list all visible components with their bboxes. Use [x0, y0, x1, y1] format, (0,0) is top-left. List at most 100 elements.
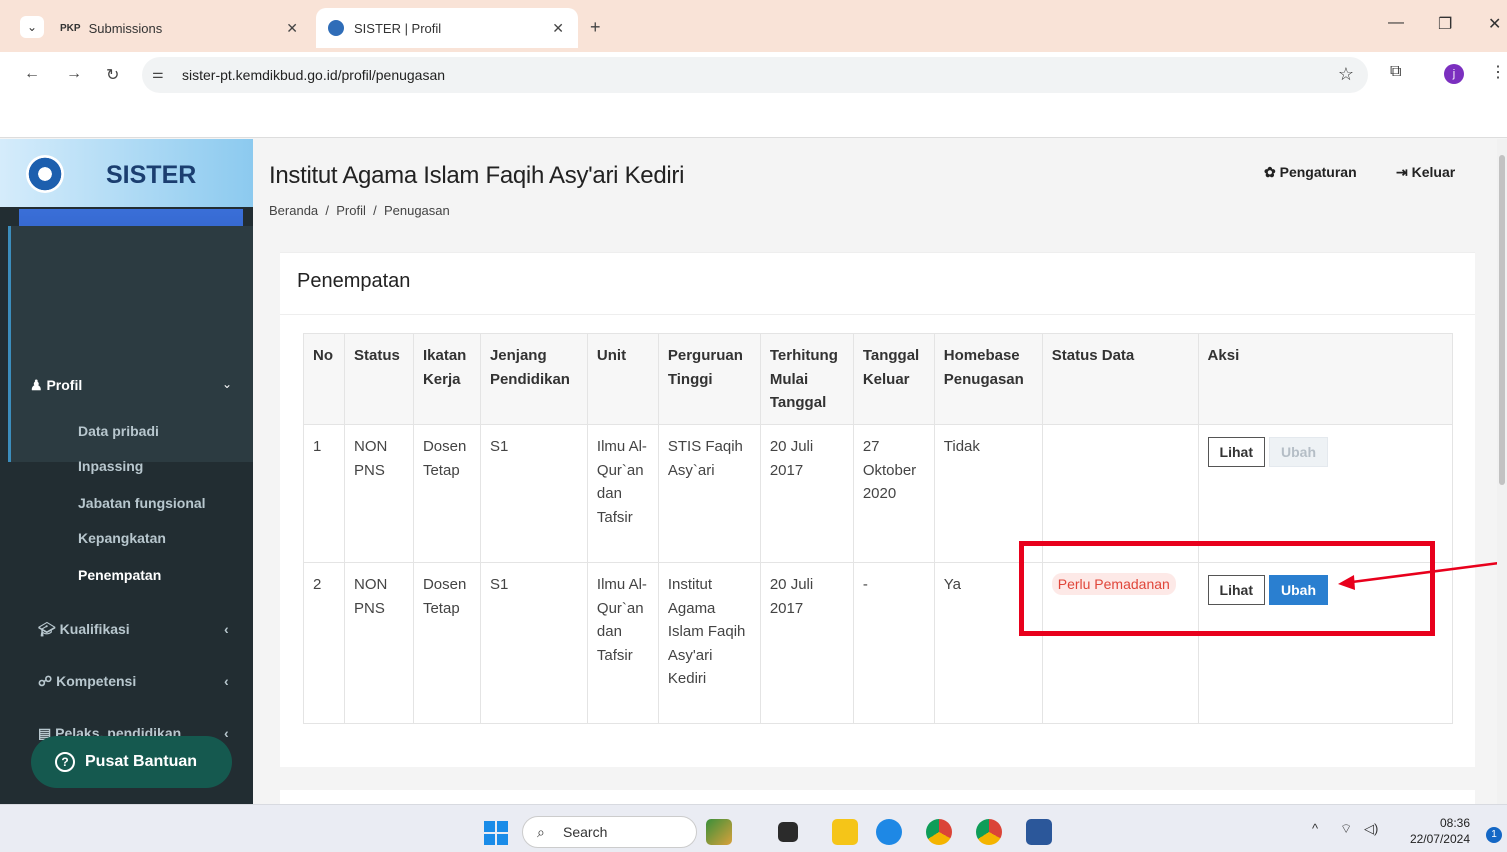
- sidebar-item-kompetensi[interactable]: ☍ Kompetensi ‹: [38, 673, 229, 690]
- logout-icon: ⇥: [1396, 164, 1408, 180]
- edge-browser-icon[interactable]: [876, 819, 902, 845]
- wifi-icon[interactable]: ⌔: [1340, 821, 1352, 837]
- file-explorer-icon[interactable]: [832, 819, 858, 845]
- tab-search-icon[interactable]: ⌄: [20, 16, 44, 38]
- cell-no: 1: [303, 424, 345, 563]
- sidebar-item-inpassing[interactable]: Inpassing: [78, 458, 143, 474]
- cell-no: 2: [303, 562, 345, 724]
- taskbar: ⌕ Search ^ ⌔ ◁) 08:36 22/07/2024 1: [0, 804, 1507, 852]
- column-header: Terhitung Mulai Tanggal: [759, 333, 854, 425]
- volume-icon[interactable]: ◁): [1364, 821, 1378, 837]
- reload-icon[interactable]: ↻: [106, 65, 119, 85]
- breadcrumb-separator: /: [321, 203, 333, 218]
- sidebar-item-label: Kompetensi: [56, 673, 137, 689]
- logout-button[interactable]: ⇥ Keluar: [1396, 164, 1455, 181]
- bookmark-star-icon[interactable]: ☆: [1338, 64, 1354, 85]
- column-header: Jenjang Pendidikan: [479, 333, 588, 425]
- sidebar-item-kualifikasi[interactable]: 🎓︎ Kualifikasi ‹: [38, 621, 229, 638]
- chrome-profile-icon[interactable]: [976, 819, 1002, 845]
- minimize-icon[interactable]: —: [1388, 14, 1404, 32]
- gear-icon: ✿: [1264, 164, 1276, 180]
- taskbar-search[interactable]: ⌕ Search: [522, 816, 697, 848]
- tab-submissions[interactable]: PKP Submissions ✕: [50, 8, 312, 48]
- profile-avatar[interactable]: j: [1444, 64, 1464, 84]
- new-tab-icon[interactable]: +: [590, 17, 601, 38]
- help-label: Pusat Bantuan: [85, 753, 198, 770]
- cell-status: NON PNS: [343, 424, 414, 563]
- chevron-up-icon[interactable]: ^: [1312, 821, 1318, 836]
- users-icon: ☍: [38, 673, 53, 689]
- sidebar-item-kepangkatan[interactable]: Kepangkatan: [78, 530, 166, 546]
- brand-name: SISTER: [106, 161, 197, 189]
- bookmarks-bar: [0, 98, 1507, 138]
- sidebar-item-penempatan[interactable]: Penempatan: [78, 567, 161, 583]
- chrome-icon[interactable]: [926, 819, 952, 845]
- panel-title: Penempatan: [297, 270, 411, 292]
- taskbar-clock[interactable]: 08:36 22/07/2024: [1402, 815, 1470, 847]
- breadcrumb-penugasan: Penugasan: [383, 203, 450, 218]
- highlight-box: [1019, 541, 1435, 636]
- breadcrumb-separator: /: [369, 203, 381, 218]
- breadcrumb-profil[interactable]: Profil: [336, 203, 366, 218]
- cell-ikatan-kerja: Dosen Tetap: [412, 424, 481, 563]
- breadcrumb-beranda[interactable]: Beranda: [269, 203, 318, 218]
- notification-badge[interactable]: 1: [1486, 827, 1502, 843]
- cell-tanggal-keluar: -: [852, 562, 935, 724]
- help-center-button[interactable]: ? Pusat Bantuan: [31, 736, 232, 788]
- close-window-icon[interactable]: ✕: [1488, 14, 1501, 34]
- close-tab-icon[interactable]: ✕: [552, 20, 564, 37]
- cell-perguruan-tinggi: Institut Agama Islam Faqih Asy'ari Kedir…: [657, 562, 761, 724]
- cell-unit: Ilmu Al-Qur`an dan Tafsir: [586, 562, 659, 724]
- restore-icon[interactable]: ❐: [1438, 14, 1452, 34]
- extensions-icon[interactable]: ⧉: [1390, 63, 1401, 81]
- page-scrollbar[interactable]: [1497, 139, 1507, 804]
- task-view-icon[interactable]: [778, 822, 798, 842]
- word-icon[interactable]: [1026, 819, 1052, 845]
- column-header: Ikatan Kerja: [412, 333, 481, 425]
- lihat-button[interactable]: Lihat: [1207, 437, 1265, 467]
- widgets-icon[interactable]: [706, 819, 732, 845]
- cell-status: NON PNS: [343, 562, 414, 724]
- sidebar-item-jabatan-fungsional[interactable]: Jabatan fungsional: [78, 495, 206, 511]
- sidebar-item-label: Profil: [46, 377, 83, 393]
- chevron-left-icon: ‹: [224, 673, 229, 689]
- windows-start-icon[interactable]: [484, 821, 508, 845]
- panel-divider: [280, 314, 1475, 315]
- column-header: No: [303, 333, 345, 425]
- search-label: Search: [563, 824, 608, 840]
- cell-jenjang: S1: [479, 562, 588, 724]
- chevron-down-icon[interactable]: ⌄: [222, 377, 232, 391]
- brand-header[interactable]: SISTER: [0, 139, 253, 207]
- back-icon[interactable]: ←: [24, 65, 40, 83]
- site-info-icon[interactable]: ⚌: [152, 66, 164, 82]
- column-header: Status: [343, 333, 414, 425]
- cell-unit: Ilmu Al-Qur`an dan Tafsir: [586, 424, 659, 563]
- browser-menu-icon[interactable]: ⋮: [1490, 62, 1506, 82]
- cell-mulai-tanggal: 20 Juli 2017: [759, 424, 854, 563]
- cell-ikatan-kerja: Dosen Tetap: [412, 562, 481, 724]
- url-text: sister-pt.kemdikbud.go.id/profil/penugas…: [182, 67, 446, 83]
- forward-icon[interactable]: →: [66, 65, 82, 83]
- tab-sister-profil[interactable]: SISTER | Profil ✕: [316, 8, 578, 48]
- settings-button[interactable]: ✿ Pengaturan: [1264, 164, 1357, 181]
- settings-label: Pengaturan: [1279, 164, 1357, 180]
- sidebar-item-profil[interactable]: ♟ Profil: [30, 377, 82, 394]
- column-header: Aksi: [1197, 333, 1454, 425]
- chevron-left-icon: ‹: [224, 725, 229, 741]
- user-icon: ♟: [30, 377, 43, 393]
- penempatan-table: No Status Ikatan Kerja Jenjang Pendidika…: [303, 333, 1454, 724]
- cell-tanggal-keluar: 27 Oktober 2020: [852, 424, 935, 563]
- tab-title: SISTER | Profil: [354, 20, 442, 36]
- search-icon: ⌕: [537, 824, 545, 840]
- column-header: Perguruan Tinggi: [657, 333, 761, 425]
- tab-title: Submissions: [88, 20, 163, 36]
- pkp-favicon-icon: PKP: [60, 22, 81, 34]
- url-field[interactable]: ⚌ sister-pt.kemdikbud.go.id/profil/penug…: [142, 57, 1368, 93]
- scrollbar-thumb[interactable]: [1499, 155, 1505, 485]
- cell-jenjang: S1: [479, 424, 588, 563]
- sidebar-item-data-pribadi[interactable]: Data pribadi: [78, 423, 159, 439]
- sidebar-item-label: Kualifikasi: [59, 621, 130, 637]
- browser-tab-bar: ⌄ PKP Submissions ✕ SISTER | Profil ✕ + …: [0, 0, 1507, 52]
- close-tab-icon[interactable]: ✕: [286, 20, 298, 37]
- column-header: Unit: [586, 333, 659, 425]
